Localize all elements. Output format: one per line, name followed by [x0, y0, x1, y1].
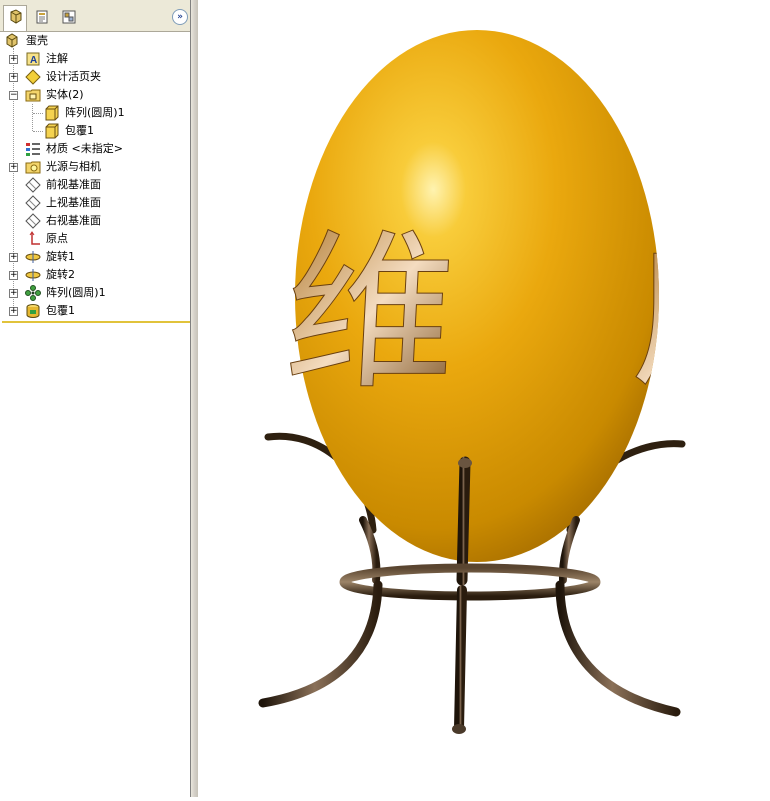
egg-engraving-1: 维	[280, 215, 460, 413]
tree-item-label: 原点	[46, 232, 68, 245]
collapse-toggle[interactable]: −	[9, 91, 18, 100]
tree-item-label: 包覆1	[46, 304, 75, 317]
tree-item-label: 注解	[46, 52, 68, 65]
tree-item-top-plane[interactable]: 上视基准面	[0, 194, 190, 212]
tree-item-design-binder[interactable]: + 设计活页夹	[0, 68, 190, 86]
egg-engraving-2-clip: 风	[630, 234, 770, 409]
stand-center-post	[456, 456, 471, 586]
revolve-icon	[25, 269, 41, 281]
manager-tab-strip: »	[0, 0, 190, 32]
stand-foot-center	[452, 724, 466, 734]
tree-item-origin[interactable]: 原点	[0, 230, 190, 248]
tree-item-label: 设计活页夹	[46, 70, 101, 83]
part-icon	[6, 33, 18, 48]
revolve-icon	[25, 251, 41, 263]
configuration-manager-icon	[62, 10, 76, 24]
plane-icon	[25, 213, 41, 229]
tree-item-label: 包覆1	[65, 124, 94, 137]
material-icon	[26, 143, 40, 156]
tree-item-revolve1[interactable]: + 旋转1	[0, 248, 190, 266]
tree-item-label: 光源与相机	[46, 160, 101, 173]
expand-toggle[interactable]: +	[9, 271, 18, 280]
tree-item-lights-cameras[interactable]: + 光源与相机	[0, 158, 190, 176]
origin-icon	[29, 231, 40, 245]
tree-root-label: 蛋壳	[26, 34, 48, 47]
graphics-viewport[interactable]: 维 风	[198, 0, 770, 797]
expand-panel-button[interactable]: »	[172, 9, 188, 25]
circular-pattern-icon	[25, 285, 41, 301]
tree-item-body-pattern[interactable]: 阵列(圆周)1	[0, 104, 190, 122]
stand-leg-lower-left	[258, 580, 383, 708]
tree-item-label: 右视基准面	[46, 214, 101, 227]
plane-icon	[25, 177, 41, 193]
solid-body-icon	[45, 123, 59, 139]
wrap-icon	[26, 304, 40, 318]
expand-toggle[interactable]: +	[9, 163, 18, 172]
expand-toggle[interactable]: +	[9, 73, 18, 82]
tree-item-label: 旋转2	[46, 268, 75, 281]
svg-text:A: A	[30, 55, 37, 66]
tree-item-label: 前视基准面	[46, 178, 101, 191]
tree-item-circular-pattern[interactable]: + 阵列(圆周)1	[0, 284, 190, 302]
tree-item-front-plane[interactable]: 前视基准面	[0, 176, 190, 194]
stand-leg-lower-center	[454, 585, 467, 733]
tree-item-label: 阵列(圆周)1	[46, 286, 106, 299]
property-manager-icon	[36, 10, 48, 24]
tree-item-material[interactable]: 材质 <未指定>	[0, 140, 190, 158]
panel-splitter[interactable]	[190, 0, 198, 797]
solid-bodies-folder-icon	[25, 89, 41, 102]
lights-cameras-icon	[25, 161, 41, 174]
stand-post-cap	[458, 458, 472, 468]
design-binder-icon	[25, 69, 41, 85]
tree-root-part[interactable]: 蛋壳	[4, 32, 184, 50]
feature-manager-panel: » 蛋壳 + A 注解 + 设计活页夹 − 实体(2) 阵列(圆周)1 包覆1 …	[0, 0, 198, 797]
expand-toggle[interactable]: +	[9, 307, 18, 316]
expand-toggle[interactable]: +	[9, 55, 18, 64]
tree-item-body-wrap[interactable]: 包覆1	[0, 122, 190, 140]
feature-manager-tab[interactable]	[3, 5, 27, 31]
plane-icon	[25, 195, 41, 211]
tree-item-label: 阵列(圆周)1	[65, 106, 125, 119]
tree-item-annotations[interactable]: + A 注解	[0, 50, 190, 68]
tree-item-wrap[interactable]: + 包覆1	[0, 302, 190, 320]
solid-body-icon	[45, 105, 59, 121]
tree-item-label: 材质 <未指定>	[46, 142, 123, 155]
expand-toggle[interactable]: +	[9, 253, 18, 262]
tree-item-solid-bodies[interactable]: − 实体(2)	[0, 86, 190, 104]
feature-tree: 蛋壳 + A 注解 + 设计活页夹 − 实体(2) 阵列(圆周)1 包覆1 材质…	[0, 32, 190, 322]
egg-engraving-2: 风	[630, 234, 770, 408]
tree-item-label: 旋转1	[46, 250, 75, 263]
feature-manager-icon	[10, 9, 22, 24]
tree-item-revolve2[interactable]: + 旋转2	[0, 266, 190, 284]
model-render: 维 风	[258, 30, 770, 734]
expand-toggle[interactable]: +	[9, 289, 18, 298]
tree-item-label: 实体(2)	[46, 88, 84, 101]
annotation-icon: A	[26, 52, 40, 66]
rollback-bar[interactable]	[2, 321, 190, 323]
tree-item-label: 上视基准面	[46, 196, 101, 209]
tree-item-right-plane[interactable]: 右视基准面	[0, 212, 190, 230]
stand-leg-lower-right	[555, 580, 681, 717]
configuration-manager-tab[interactable]	[57, 6, 81, 30]
property-manager-tab[interactable]	[30, 6, 54, 30]
